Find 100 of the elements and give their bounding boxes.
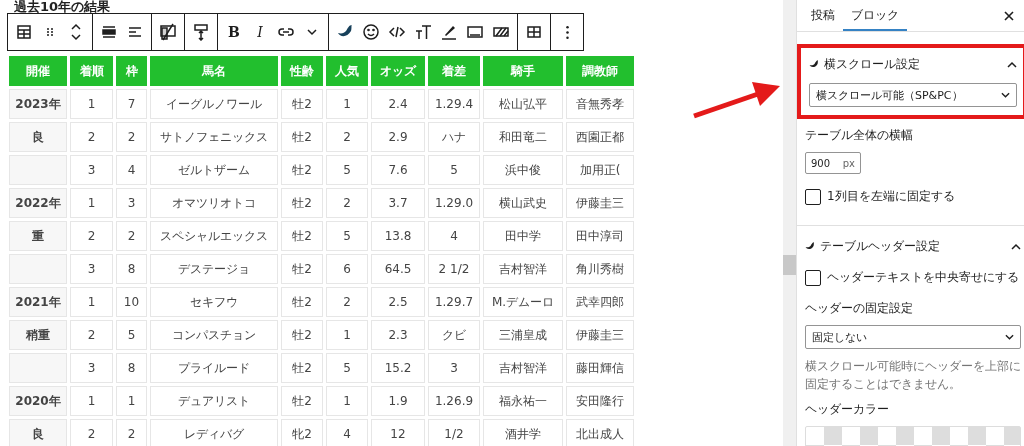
- more-icon: [565, 25, 569, 39]
- table-cell: 13.8: [371, 221, 425, 251]
- sidebar-tab[interactable]: 投稿: [803, 0, 843, 31]
- chevron-up-icon[interactable]: [1011, 242, 1021, 251]
- column-header: 人気: [326, 56, 368, 86]
- table-cell: 牡2: [281, 320, 323, 350]
- column-header: 枠: [116, 56, 147, 86]
- table-cell: レディバグ: [150, 419, 278, 446]
- table-cell: 2.5: [371, 287, 425, 317]
- table-cell: 藤田輝信: [566, 353, 634, 383]
- table-cell: 1.29.0: [428, 188, 480, 218]
- table-cell: 1: [70, 287, 113, 317]
- column-header: 騎手: [483, 56, 563, 86]
- table-cell: 7: [116, 89, 147, 119]
- panel-title: 横スクロール設定: [824, 56, 920, 73]
- checkbox[interactable]: [805, 269, 821, 286]
- smiley-icon: [362, 23, 380, 41]
- table-cell: セキフウ: [150, 287, 278, 317]
- width-input[interactable]: 900 px: [805, 152, 861, 174]
- table-cell: 2: [70, 320, 113, 350]
- scroll-select[interactable]: 横スクロール可能（SP&PC）: [809, 83, 1017, 107]
- checkbox[interactable]: [805, 188, 821, 205]
- checkbox-label: 1列目を左端に固定する: [827, 188, 955, 205]
- table-cell: イーグルノワール: [150, 89, 278, 119]
- table-cell: 牡2: [281, 89, 323, 119]
- table-cell: 三浦皇成: [483, 320, 563, 350]
- table-cell: 1: [326, 89, 368, 119]
- table-cell: 横山武史: [483, 188, 563, 218]
- table-cell: 牡2: [281, 386, 323, 416]
- table-cell: 3: [70, 254, 113, 284]
- table-cell: オマツリオトコ: [150, 188, 278, 218]
- table-cell: 5: [326, 155, 368, 185]
- table-cell: 5: [116, 320, 147, 350]
- column-header: 着順: [70, 56, 113, 86]
- table-cell: 2: [70, 221, 113, 251]
- table-cell: 2: [70, 122, 113, 152]
- italic-button[interactable]: I: [247, 15, 273, 49]
- table-cell: 12: [371, 419, 425, 446]
- table-cell: サトノフェニックス: [150, 122, 278, 152]
- column-header: 開催: [9, 56, 67, 86]
- scrollbar[interactable]: [783, 0, 796, 446]
- table-cell: [9, 353, 67, 383]
- device-icon: [159, 23, 177, 41]
- chevron-up-icon[interactable]: [1007, 60, 1017, 69]
- table-cell: 浜中俊: [483, 155, 563, 185]
- table-cell: 15.2: [371, 353, 425, 383]
- table-cell: 2: [326, 287, 368, 317]
- table-cell: プライルード: [150, 353, 278, 383]
- height-icon: [192, 23, 210, 41]
- column-header: 性齢: [281, 56, 323, 86]
- align-full-icon: [100, 23, 118, 41]
- table-cell: 角川秀樹: [566, 254, 634, 284]
- table-cell: 1: [326, 320, 368, 350]
- table-cell: 2: [116, 221, 147, 251]
- field-label: ヘッダーカラー: [805, 401, 890, 418]
- table-cell: 4: [326, 419, 368, 446]
- table-cell: M.デムーロ: [483, 287, 563, 317]
- column-header: 調教師: [566, 56, 634, 86]
- table-cell: 1.9: [371, 386, 425, 416]
- section-heading: 過去10年の結果: [14, 0, 111, 13]
- table-cell: 1/2: [428, 419, 480, 446]
- table-cell: 2023年: [9, 89, 67, 119]
- table-cell: 福永祐一: [483, 386, 563, 416]
- column-header: 着差: [428, 56, 480, 86]
- chevron-down-icon: [1001, 92, 1010, 98]
- table-cell: クビ: [428, 320, 480, 350]
- table-cell: 3: [70, 155, 113, 185]
- table-cell: 3: [116, 188, 147, 218]
- table-cell: 稍重: [9, 320, 67, 350]
- table-cell: 4: [428, 221, 480, 251]
- table-cell: 2 1/2: [428, 254, 480, 284]
- table-cell: 牡2: [281, 287, 323, 317]
- table-cell: 6: [326, 254, 368, 284]
- field-label: ヘッダーの固定設定: [805, 300, 914, 317]
- checkbox-label: ヘッダーテキストを中央寄せにする: [827, 269, 1019, 286]
- table-cell: 3: [428, 353, 480, 383]
- table-cell: 2: [326, 188, 368, 218]
- table-cell: 田中学: [483, 221, 563, 251]
- bold-button[interactable]: B: [221, 15, 247, 49]
- table-cell: 1: [70, 386, 113, 416]
- header-fix-select[interactable]: 固定しない: [805, 325, 1021, 349]
- table-cell: [9, 254, 67, 284]
- table-cell: 4: [116, 155, 147, 185]
- table-cell: 松山弘平: [483, 89, 563, 119]
- font-size-icon: [414, 23, 432, 41]
- table-grid-icon: [525, 23, 543, 41]
- table-cell: 2: [70, 419, 113, 446]
- table-cell: 牡2: [281, 188, 323, 218]
- table-icon: [15, 23, 33, 41]
- highlighter-icon: [440, 23, 458, 41]
- table-cell: 2: [326, 122, 368, 152]
- table-cell: 1: [326, 386, 368, 416]
- table-cell: 1: [70, 188, 113, 218]
- table-cell: 牡2: [281, 122, 323, 152]
- sidebar-tab[interactable]: ブロック: [843, 0, 907, 31]
- table-cell: 5: [326, 221, 368, 251]
- table-cell: 酒井学: [483, 419, 563, 446]
- table-cell: 3.7: [371, 188, 425, 218]
- table-cell: 8: [116, 353, 147, 383]
- table-cell: 10: [116, 287, 147, 317]
